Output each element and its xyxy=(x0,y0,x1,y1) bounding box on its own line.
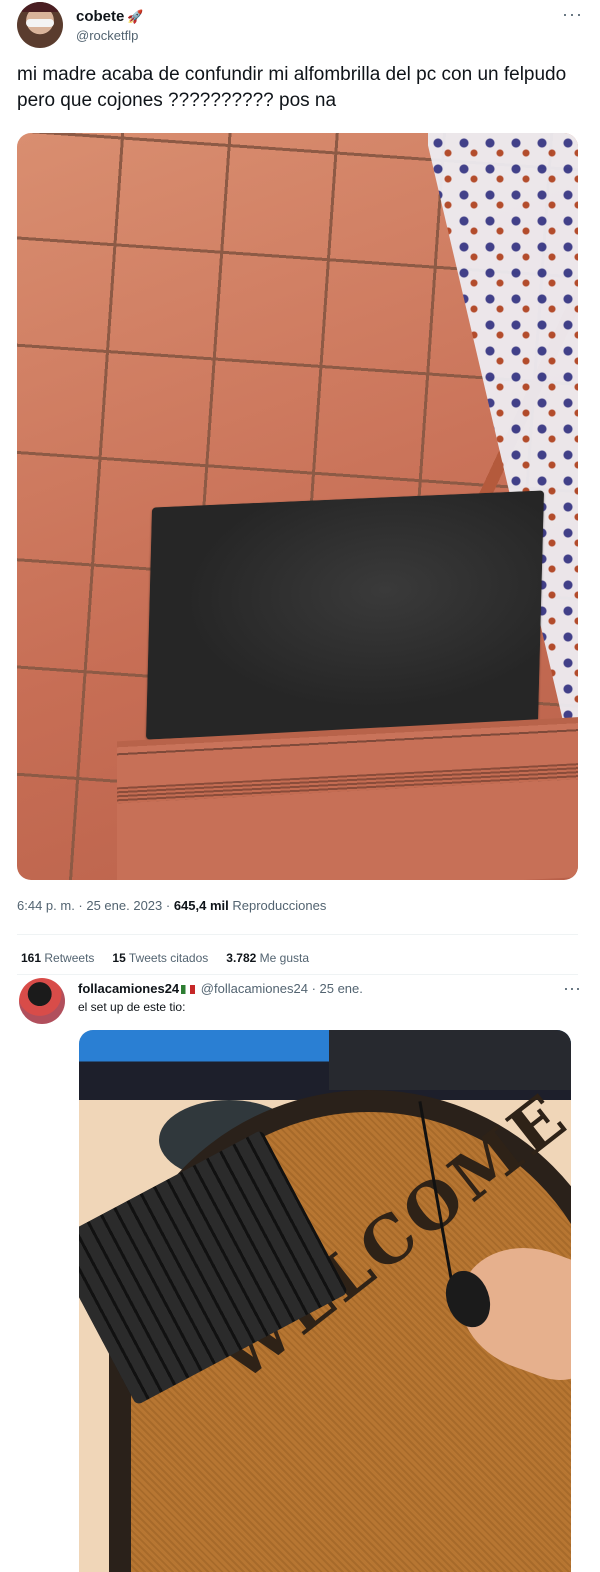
timestamp[interactable]: 6:44 p. m. · 25 ene. 2023 · xyxy=(17,898,174,913)
tweet-meta: 6:44 p. m. · 25 ene. 2023 · 645,4 mil Re… xyxy=(17,898,326,913)
handle[interactable]: @rocketflp xyxy=(76,28,138,43)
likes-count: 3.782 xyxy=(226,951,257,965)
likes-label: Me gusta xyxy=(259,951,309,965)
reply-avatar[interactable] xyxy=(19,978,65,1024)
retweets-label: Retweets xyxy=(44,951,95,965)
display-name[interactable]: cobete 🚀 xyxy=(76,8,144,25)
divider xyxy=(17,974,578,975)
mousepad xyxy=(145,490,545,740)
likes-stat[interactable]: 3.782 Me gusta xyxy=(226,951,309,965)
avatar[interactable] xyxy=(17,2,63,48)
more-options-icon[interactable]: ··· xyxy=(563,978,581,999)
retweets-stat[interactable]: 161 Retweets xyxy=(21,951,94,965)
reply-date: · 25 ene. xyxy=(311,981,363,996)
reply-photo[interactable]: WELCOME xyxy=(79,1030,571,1572)
more-options-icon[interactable]: ··· xyxy=(562,4,583,25)
views-label: Reproducciones xyxy=(228,898,327,913)
quotes-label: Tweets citados xyxy=(128,951,209,965)
avatar-hat xyxy=(22,2,58,12)
views-count: 645,4 mil xyxy=(173,898,229,913)
tweet-stats: 161 Retweets 15 Tweets citados 3.782 Me … xyxy=(21,951,309,965)
retweets-count: 161 xyxy=(21,951,42,965)
tweet-text: mi madre acaba de confundir mi alfombril… xyxy=(17,64,567,111)
divider xyxy=(17,934,578,935)
avatar-glasses xyxy=(26,19,54,27)
rocket-icon: 🚀 xyxy=(127,9,144,24)
reply-text: el set up de este tio: xyxy=(78,1000,186,1014)
tweet-photo[interactable] xyxy=(17,133,578,880)
tweet-header: cobete 🚀 @rocketflp ··· xyxy=(17,2,583,50)
quotes-stat[interactable]: 15 Tweets citados xyxy=(112,951,208,965)
mexico-flag-icon xyxy=(181,985,196,995)
display-name-text: cobete xyxy=(76,8,125,25)
quotes-count: 15 xyxy=(112,951,126,965)
reply-author[interactable]: follacamiones24 @follacamiones24 · 25 en… xyxy=(78,981,363,996)
reply-display-name: follacamiones24 xyxy=(78,981,180,996)
reply-handle: @follacamiones24 xyxy=(200,981,308,996)
